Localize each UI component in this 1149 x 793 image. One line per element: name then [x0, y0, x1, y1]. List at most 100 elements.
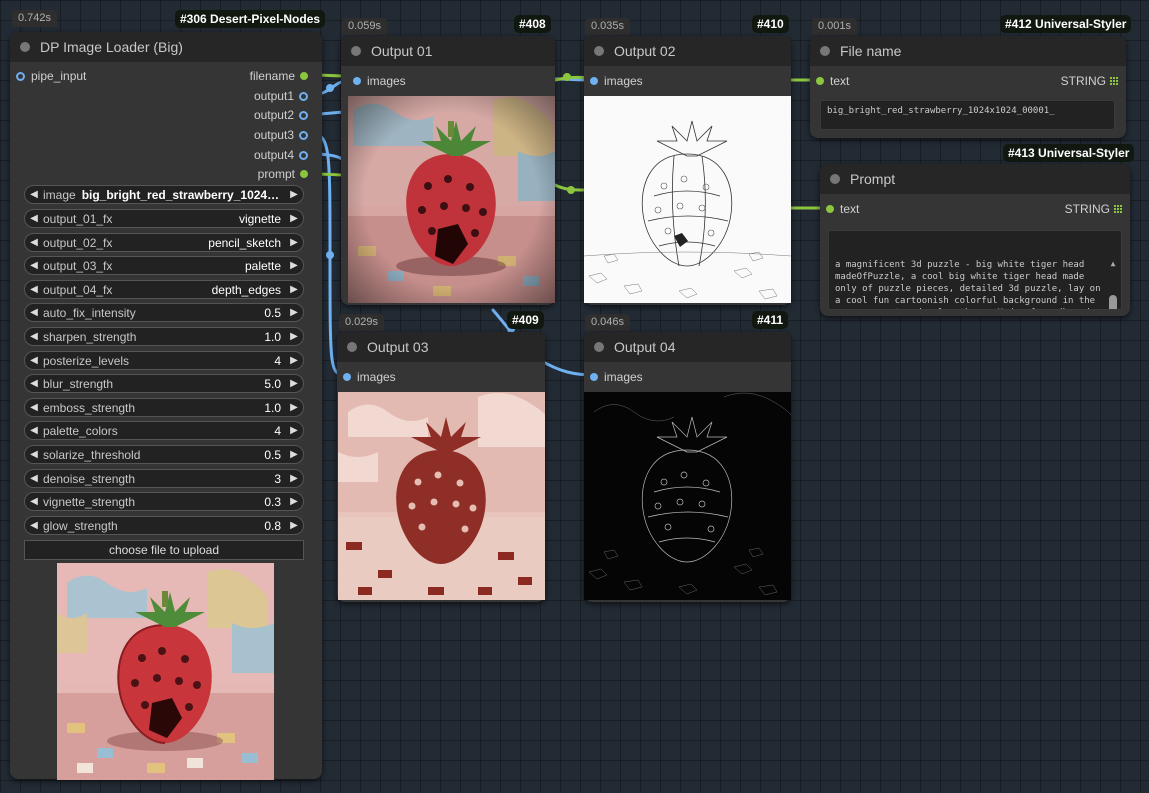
input-slot-icon[interactable] — [590, 77, 598, 85]
loader-header[interactable]: DP Image Loader (Big) — [10, 32, 322, 62]
widget-auto-fix-intensity[interactable]: ◀ auto_fix_intensity 0.5 ▶ — [24, 303, 304, 322]
output-slot-icon[interactable] — [300, 170, 308, 178]
output4-header[interactable]: Output 04 — [584, 332, 791, 362]
string-type-label: STRING — [1061, 74, 1118, 88]
arrow-left-icon[interactable]: ◀ — [25, 449, 43, 460]
output-slot-icon[interactable] — [299, 110, 308, 120]
arrow-left-icon[interactable]: ◀ — [25, 213, 43, 224]
widget-blur-strength[interactable]: ◀ blur_strength 5.0 ▶ — [24, 374, 304, 393]
collapse-toggle-icon[interactable] — [20, 42, 30, 52]
arrow-right-icon[interactable]: ▶ — [285, 449, 303, 460]
collapse-toggle-icon[interactable] — [820, 46, 830, 56]
scroll-up-icon[interactable]: ▲ — [1108, 259, 1118, 269]
arrow-left-icon[interactable]: ◀ — [25, 425, 43, 436]
widget-posterize-levels[interactable]: ◀ posterize_levels 4 ▶ — [24, 351, 304, 370]
collapse-toggle-icon[interactable] — [351, 46, 361, 56]
arrow-right-icon[interactable]: ▶ — [285, 331, 303, 342]
filename-header[interactable]: File name — [810, 36, 1126, 66]
text-input-slot[interactable]: text — [826, 202, 859, 216]
prompt-header[interactable]: Prompt — [820, 164, 1130, 194]
arrow-right-icon[interactable]: ▶ — [285, 496, 303, 507]
images-input-slot[interactable]: images — [343, 370, 396, 384]
output-slot-icon[interactable] — [299, 130, 308, 140]
scroll-thumb[interactable] — [1109, 295, 1117, 309]
widget-palette-colors[interactable]: ◀ palette_colors 4 ▶ — [24, 421, 304, 440]
arrow-right-icon[interactable]: ▶ — [285, 260, 303, 271]
prompt-scrollbar[interactable]: ▲ ▼ — [1108, 235, 1118, 309]
arrow-right-icon[interactable]: ▶ — [285, 284, 303, 295]
arrow-right-icon[interactable]: ▶ — [285, 213, 303, 224]
arrow-right-icon[interactable]: ▶ — [285, 189, 303, 200]
output-slot-output2[interactable]: output2 — [254, 108, 308, 122]
arrow-left-icon[interactable]: ◀ — [25, 189, 43, 200]
arrow-left-icon[interactable]: ◀ — [25, 402, 43, 413]
input-slot-icon[interactable] — [343, 373, 351, 381]
arrow-left-icon[interactable]: ◀ — [25, 473, 43, 484]
arrow-right-icon[interactable]: ▶ — [285, 355, 303, 366]
arrow-right-icon[interactable]: ▶ — [285, 473, 303, 484]
images-input-slot[interactable]: images — [353, 74, 406, 88]
arrow-left-icon[interactable]: ◀ — [25, 260, 43, 271]
arrow-right-icon[interactable]: ▶ — [285, 378, 303, 389]
arrow-left-icon[interactable]: ◀ — [25, 331, 43, 342]
arrow-right-icon[interactable]: ▶ — [285, 307, 303, 318]
collapse-toggle-icon[interactable] — [594, 46, 604, 56]
output-slot-prompt[interactable]: prompt — [258, 167, 308, 181]
output2-header[interactable]: Output 02 — [584, 36, 791, 66]
dp-image-loader-node[interactable]: DP Image Loader (Big) pipe_input filenam… — [10, 32, 322, 780]
image-combo-widget[interactable]: ◀ image big_bright_red_strawberry_1024x.… — [24, 185, 304, 204]
widget-emboss-strength[interactable]: ◀ emboss_strength 1.0 ▶ — [24, 398, 304, 417]
output-slot-icon[interactable] — [299, 150, 308, 160]
output1-header[interactable]: Output 01 — [341, 36, 555, 66]
output3-header[interactable]: Output 03 — [337, 332, 545, 362]
arrow-left-icon[interactable]: ◀ — [25, 378, 43, 389]
widget-output-04-fx[interactable]: ◀ output_04_fx depth_edges ▶ — [24, 280, 304, 299]
arrow-left-icon[interactable]: ◀ — [25, 307, 43, 318]
output-slot-output1[interactable]: output1 — [254, 89, 308, 103]
input-slot-icon[interactable] — [826, 205, 834, 213]
text-input-slot[interactable]: text — [816, 74, 849, 88]
widget-output-01-fx[interactable]: ◀ output_01_fx vignette ▶ — [24, 209, 304, 228]
widget-output-03-fx[interactable]: ◀ output_03_fx palette ▶ — [24, 256, 304, 275]
output-slot-output4[interactable]: output4 — [254, 148, 308, 162]
images-input-slot[interactable]: images — [590, 370, 643, 384]
input-slot-icon[interactable] — [590, 373, 598, 381]
prompt-textarea[interactable]: a magnificent 3d puzzle - big white tige… — [828, 230, 1122, 310]
filename-node[interactable]: File name text STRING big_bright_red_str… — [810, 36, 1126, 138]
output-slot-filename[interactable]: filename — [250, 69, 308, 83]
output-02-node[interactable]: Output 02 images — [584, 36, 791, 305]
widget-solarize-threshold[interactable]: ◀ solarize_threshold 0.5 ▶ — [24, 445, 304, 464]
output-slot-output3[interactable]: output3 — [254, 128, 308, 142]
widget-vignette-strength[interactable]: ◀ vignette_strength 0.3 ▶ — [24, 492, 304, 511]
arrow-right-icon[interactable]: ▶ — [285, 520, 303, 531]
input-slot-icon[interactable] — [816, 77, 824, 85]
collapse-toggle-icon[interactable] — [830, 174, 840, 184]
arrow-left-icon[interactable]: ◀ — [25, 496, 43, 507]
arrow-right-icon[interactable]: ▶ — [285, 402, 303, 413]
prompt-node[interactable]: Prompt text STRING a magnificent 3d puzz… — [820, 164, 1130, 316]
output3-badge: #409 — [507, 311, 544, 329]
input-slot-icon[interactable] — [353, 77, 361, 85]
arrow-left-icon[interactable]: ◀ — [25, 237, 43, 248]
output-slot-icon[interactable] — [299, 91, 308, 101]
filename-textarea[interactable]: big_bright_red_strawberry_1024x1024_0000… — [820, 100, 1115, 130]
widget-output-02-fx[interactable]: ◀ output_02_fx pencil_sketch ▶ — [24, 233, 304, 252]
output-04-node[interactable]: Output 04 images — [584, 332, 791, 602]
output-slot-icon[interactable] — [300, 72, 308, 80]
upload-button[interactable]: choose file to upload — [24, 540, 304, 560]
arrow-left-icon[interactable]: ◀ — [25, 284, 43, 295]
output-03-node[interactable]: Output 03 images — [337, 332, 545, 602]
arrow-left-icon[interactable]: ◀ — [25, 520, 43, 531]
arrow-right-icon[interactable]: ▶ — [285, 425, 303, 436]
widget-glow-strength[interactable]: ◀ glow_strength 0.8 ▶ — [24, 516, 304, 535]
arrow-right-icon[interactable]: ▶ — [285, 237, 303, 248]
widget-denoise-strength[interactable]: ◀ denoise_strength 3 ▶ — [24, 469, 304, 488]
input-slot-icon[interactable] — [16, 71, 25, 81]
widget-sharpen-strength[interactable]: ◀ sharpen_strength 1.0 ▶ — [24, 327, 304, 346]
output-01-node[interactable]: Output 01 images — [341, 36, 555, 305]
collapse-toggle-icon[interactable] — [347, 342, 357, 352]
images-input-slot[interactable]: images — [590, 74, 643, 88]
collapse-toggle-icon[interactable] — [594, 342, 604, 352]
arrow-left-icon[interactable]: ◀ — [25, 355, 43, 366]
pipe-input-slot[interactable]: pipe_input — [16, 69, 86, 83]
